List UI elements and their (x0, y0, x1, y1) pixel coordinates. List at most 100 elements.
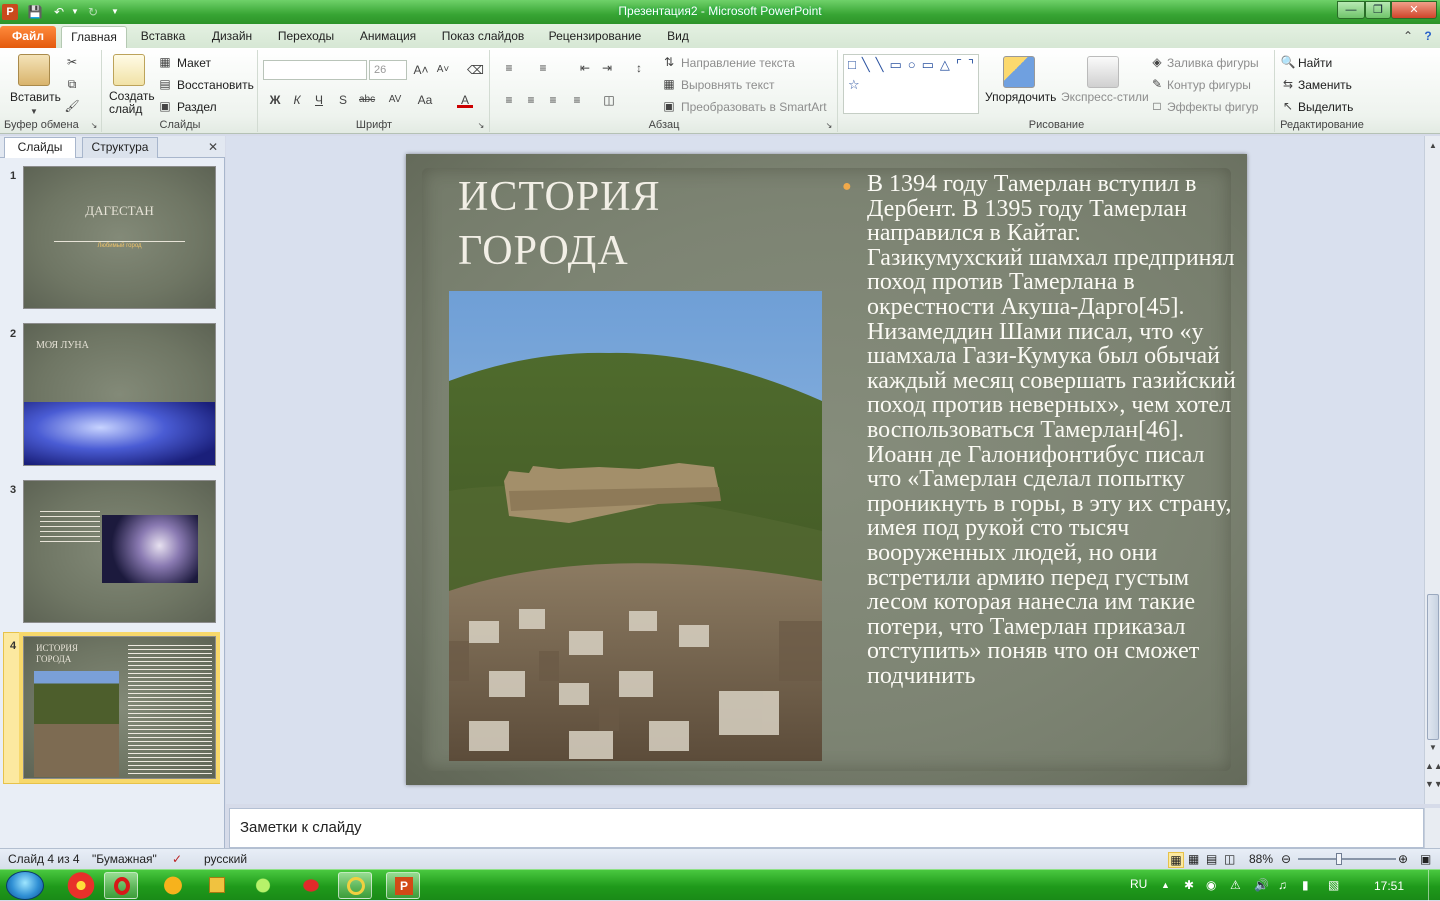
shape-fill-button[interactable]: Заливка фигуры (1167, 56, 1259, 70)
powerpoint-taskbar-icon[interactable]: P (386, 872, 420, 899)
maximize-button[interactable]: ❐ (1365, 1, 1391, 19)
quick-styles-icon[interactable] (1087, 56, 1119, 88)
clipboard-dialog-launcher-icon[interactable]: ↘ (86, 118, 102, 134)
clear-formatting-icon[interactable]: ⌫ (467, 62, 484, 78)
slide-thumbnail-1[interactable]: ДАГЕСТАН Любимый город (23, 166, 216, 309)
security-icon[interactable]: ⚠ (1230, 878, 1241, 892)
app-icon-1[interactable] (156, 872, 190, 899)
network-icon[interactable]: ◉ (1206, 878, 1216, 892)
zoom-level[interactable]: 88% (1249, 852, 1273, 866)
text-direction-button[interactable]: Направление текста (681, 56, 795, 70)
new-slide-button[interactable]: Создать слайд (109, 90, 157, 116)
increase-indent-icon[interactable]: ⇥ (599, 60, 615, 76)
character-spacing-icon[interactable]: AV (387, 92, 403, 108)
show-hidden-icons-icon[interactable]: ▲ (1161, 880, 1170, 890)
change-case-icon[interactable]: Aa (417, 92, 433, 108)
zoom-slider[interactable] (1298, 853, 1396, 865)
smartart-button[interactable]: Преобразовать в SmartArt (681, 100, 827, 114)
tab-review[interactable]: Рецензирование (540, 26, 650, 48)
media-player-icon[interactable] (200, 872, 234, 899)
yandex-browser-icon[interactable] (64, 872, 98, 899)
find-button[interactable]: Найти (1298, 56, 1332, 70)
tab-insert[interactable]: Вставка (132, 26, 194, 48)
help-icon[interactable]: ? (1420, 28, 1436, 44)
quick-styles-button[interactable]: Экспресс-стили (1061, 90, 1149, 104)
zoom-out-icon[interactable]: ⊖ (1281, 852, 1291, 866)
notes-scrollbar[interactable] (1424, 808, 1440, 848)
slide-thumbnail-2[interactable]: МОЯ ЛУНА (23, 323, 216, 466)
underline-icon[interactable]: Ч (311, 92, 327, 108)
slide-body-text[interactable]: В 1394 году Тамерлан вступил в Дербент. … (867, 172, 1239, 688)
tab-view[interactable]: Вид (658, 26, 698, 48)
tab-outline[interactable]: Структура (82, 137, 158, 158)
select-button[interactable]: Выделить (1298, 100, 1353, 114)
bluetooth-icon[interactable]: ✱ (1184, 878, 1194, 892)
strikethrough-icon[interactable]: abc (359, 92, 375, 108)
notes-pane[interactable]: Заметки к слайду (229, 808, 1424, 848)
shrink-font-icon[interactable]: A˅ (435, 62, 451, 78)
start-button[interactable] (6, 871, 44, 900)
replace-button[interactable]: Заменить (1298, 78, 1352, 92)
language-indicator[interactable]: русский (204, 852, 247, 866)
paste-icon[interactable] (18, 54, 50, 86)
app-icon-4[interactable] (338, 872, 372, 899)
numbering-icon[interactable]: ≡ (535, 60, 551, 76)
shape-outline-button[interactable]: Контур фигуры (1167, 78, 1251, 92)
font-family-combo[interactable] (263, 60, 367, 80)
columns-icon[interactable]: ◫ (601, 92, 617, 108)
line-spacing-icon[interactable]: ↕ (631, 60, 647, 76)
arrange-icon[interactable] (1003, 56, 1035, 88)
next-slide-icon[interactable]: ▼▼ (1425, 776, 1440, 792)
paste-button[interactable]: Вставить (10, 90, 61, 104)
normal-view-icon[interactable]: ▦ (1168, 852, 1184, 868)
italic-icon[interactable]: К (289, 92, 305, 108)
app-icon-2[interactable] (246, 872, 280, 899)
spell-check-icon[interactable]: ✓ (172, 852, 182, 866)
tab-design[interactable]: Дизайн (200, 26, 264, 48)
volume-icon[interactable]: 🔊 (1254, 878, 1269, 892)
tab-slides[interactable]: Слайды (4, 137, 76, 158)
tab-animation[interactable]: Анимация (350, 26, 426, 48)
show-desktop-button[interactable] (1428, 870, 1440, 901)
scroll-up-icon[interactable]: ▲ (1425, 138, 1440, 154)
slide-photo[interactable] (449, 291, 822, 761)
bold-icon[interactable]: Ж (267, 92, 283, 108)
tab-file[interactable]: Файл (0, 26, 56, 48)
reading-view-icon[interactable]: ▤ (1206, 852, 1217, 866)
slide-title[interactable]: ИСТОРИЯ ГОРОДА (458, 170, 818, 278)
font-color-icon[interactable]: A (457, 92, 473, 108)
scroll-down-icon[interactable]: ▼ (1425, 740, 1440, 756)
align-text-button[interactable]: Выровнять текст (681, 78, 774, 92)
scroll-thumb[interactable] (1427, 594, 1439, 740)
app-icon-3[interactable] (294, 872, 328, 899)
slide-thumbnail-3[interactable] (23, 480, 216, 623)
bullets-icon[interactable]: ≡ (501, 60, 517, 76)
copy-icon[interactable]: ⧉ (64, 76, 80, 92)
vertical-scrollbar[interactable]: ▲ ▼ ▲▲ ▼▼ (1424, 136, 1440, 804)
slide-sorter-view-icon[interactable]: ▦ (1188, 852, 1199, 866)
align-right-icon[interactable]: ≡ (545, 92, 561, 108)
battery-icon[interactable]: ▮ (1302, 878, 1309, 892)
align-left-icon[interactable]: ≡ (501, 92, 517, 108)
new-slide-icon[interactable] (113, 54, 145, 86)
arrange-button[interactable]: Упорядочить (985, 90, 1056, 104)
grow-font-icon[interactable]: A˄ (413, 62, 429, 78)
zoom-slider-thumb[interactable] (1336, 853, 1342, 865)
justify-icon[interactable]: ≡ (569, 92, 585, 108)
close-pane-icon[interactable]: ✕ (205, 139, 221, 155)
font-dialog-launcher-icon[interactable]: ↘ (473, 118, 489, 134)
slide[interactable]: ИСТОРИЯ ГОРОДА ● В 1394 году Тамерлан вс… (406, 154, 1247, 785)
minimize-ribbon-icon[interactable]: ⌃ (1400, 28, 1416, 44)
tab-transitions[interactable]: Переходы (270, 26, 342, 48)
tab-home[interactable]: Главная (61, 26, 127, 48)
layout-button[interactable]: Макет (177, 56, 211, 70)
reset-button[interactable]: Восстановить (177, 78, 254, 92)
section-button[interactable]: Раздел (177, 100, 217, 114)
slideshow-view-icon[interactable]: ◫ (1224, 852, 1235, 866)
shapes-gallery[interactable]: □╲╲▭○▭△⌜⌝⇨⇩△∿⌒⌒{}☆ (843, 54, 979, 114)
fit-to-window-icon[interactable]: ▣ (1420, 852, 1431, 866)
shape-effects-button[interactable]: Эффекты фигур (1167, 100, 1258, 114)
cut-icon[interactable]: ✂ (64, 54, 80, 70)
minimize-button[interactable]: — (1337, 1, 1365, 19)
paste-dropdown-icon[interactable]: ▼ (26, 104, 42, 120)
